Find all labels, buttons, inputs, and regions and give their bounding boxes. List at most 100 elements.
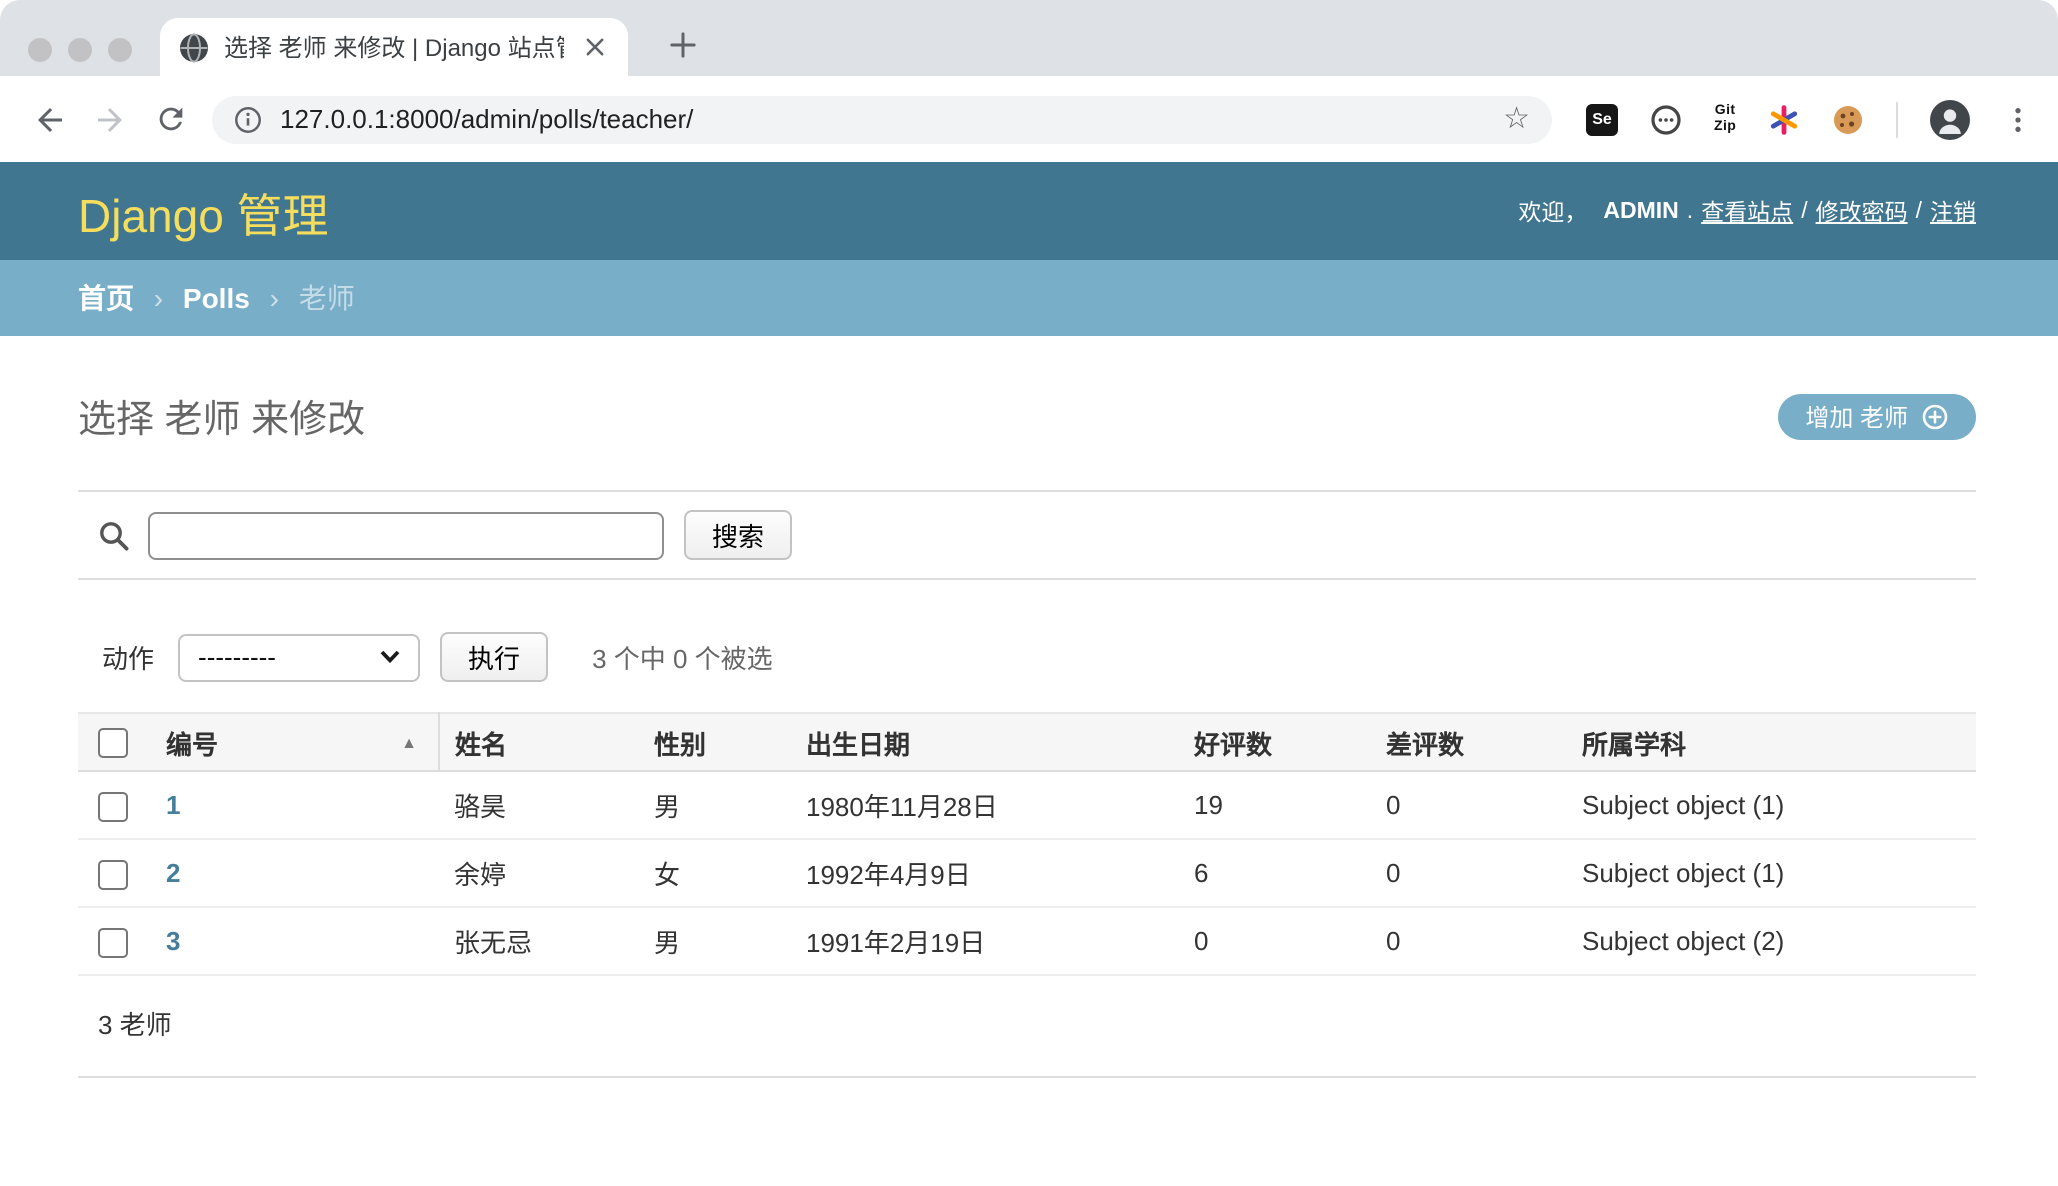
back-icon[interactable]	[24, 93, 76, 145]
row-checkbox-cell	[78, 907, 150, 975]
forward-icon[interactable]	[84, 93, 136, 145]
teacher-id-cell: 3	[150, 907, 438, 975]
teacher-good-votes-cell: 6	[1178, 839, 1370, 907]
result-count: 3 老师	[78, 976, 1976, 1078]
teacher-id-link[interactable]: 2	[166, 858, 180, 888]
teacher-subject-cell: Subject object (1)	[1566, 839, 1976, 907]
teacher-birthdate-cell: 1991年2月19日	[790, 907, 1178, 975]
breadcrumb: 首页 › Polls › 老师	[0, 260, 2058, 336]
add-teacher-button[interactable]: 增加 老师	[1777, 394, 1976, 440]
row-select-checkbox[interactable]	[98, 791, 128, 821]
chevron-down-icon	[380, 650, 400, 664]
browser-menu-icon[interactable]	[2002, 103, 2034, 135]
column-header-name[interactable]: 姓名	[438, 713, 638, 771]
tab-title: 选择 老师 来修改 | Django 站点管理	[224, 30, 564, 64]
row-select-checkbox[interactable]	[98, 927, 128, 957]
teacher-bad-votes-cell: 0	[1370, 907, 1566, 975]
username-suffix: .	[1687, 199, 1693, 223]
search-input[interactable]	[148, 511, 664, 559]
add-teacher-label: 增加 老师	[1805, 400, 1908, 434]
extensions-area: Se GitZip	[1586, 99, 2034, 139]
reload-icon[interactable]	[144, 93, 196, 145]
selenium-extension-icon[interactable]: Se	[1586, 103, 1618, 135]
user-tools-separator: /	[1916, 199, 1922, 223]
tab-close-icon[interactable]	[578, 31, 610, 63]
row-checkbox-cell	[78, 839, 150, 907]
search-icon	[98, 519, 130, 551]
teacher-name-cell: 骆昊	[438, 771, 638, 839]
column-header-bad-votes[interactable]: 差评数	[1370, 713, 1566, 771]
column-header-id[interactable]: 编号▲	[150, 713, 438, 771]
teacher-gender-cell: 男	[638, 771, 790, 839]
teacher-id-link[interactable]: 1	[166, 790, 180, 820]
teacher-name-cell: 余婷	[438, 839, 638, 907]
action-label: 动作	[102, 638, 154, 676]
profile-avatar[interactable]	[1930, 99, 1970, 139]
window-controls	[28, 38, 132, 62]
go-button[interactable]: 执行	[440, 632, 548, 682]
row-select-checkbox[interactable]	[98, 859, 128, 889]
breadcrumb-app-link[interactable]: Polls	[183, 282, 250, 314]
column-header-gender[interactable]: 性别	[638, 713, 790, 771]
new-tab-button[interactable]	[656, 18, 708, 70]
change-password-link[interactable]: 修改密码	[1816, 195, 1908, 227]
table-row: 3张无忌男1991年2月19日00Subject object (2)	[78, 907, 1976, 975]
window-close-button[interactable]	[28, 38, 52, 62]
page-info-icon[interactable]	[234, 105, 262, 133]
admin-header: Django 管理 欢迎， ADMIN. 查看站点 / 修改密码 / 注销	[0, 162, 2058, 260]
action-select[interactable]: ---------	[178, 633, 420, 681]
username: ADMIN	[1603, 199, 1678, 223]
cookie-extension-icon[interactable]	[1832, 103, 1864, 135]
sort-ascending-icon[interactable]: ▲	[401, 733, 417, 751]
teacher-birthdate-cell: 1992年4月9日	[790, 839, 1178, 907]
toolbar-divider	[1896, 101, 1898, 137]
table-header-row: 编号▲ 姓名 性别 出生日期 好评数 差评数 所属学科	[78, 713, 1976, 771]
actions-row: 动作 --------- 执行 3 个中 0 个被选	[78, 632, 1976, 682]
window-minimize-button[interactable]	[68, 38, 92, 62]
breadcrumb-separator: ›	[270, 282, 279, 314]
site-favicon-icon	[178, 31, 210, 63]
window-zoom-button[interactable]	[108, 38, 132, 62]
teacher-name-cell: 张无忌	[438, 907, 638, 975]
search-bar: 搜索	[78, 490, 1976, 580]
gitzip-extension-icon[interactable]: GitZip	[1714, 104, 1736, 135]
table-row: 1骆昊男1980年11月28日190Subject object (1)	[78, 771, 1976, 839]
column-header-birthdate[interactable]: 出生日期	[790, 713, 1178, 771]
teacher-good-votes-cell: 19	[1178, 771, 1370, 839]
user-tools: 欢迎， ADMIN. 查看站点 / 修改密码 / 注销	[1518, 195, 1976, 227]
tab-strip: 选择 老师 来修改 | Django 站点管理	[0, 0, 2058, 76]
teacher-subject-cell: Subject object (2)	[1566, 907, 1976, 975]
logout-link[interactable]: 注销	[1930, 195, 1976, 227]
search-button[interactable]: 搜索	[684, 510, 792, 560]
teacher-id-cell: 2	[150, 839, 438, 907]
changelist-content: 选择 老师 来修改 增加 老师 搜索 动作 ---------	[0, 336, 2058, 1186]
user-tools-separator: /	[1801, 199, 1807, 223]
select-all-checkbox[interactable]	[98, 728, 128, 758]
column-header-subject[interactable]: 所属学科	[1566, 713, 1976, 771]
circle-dots-extension-icon[interactable]	[1650, 103, 1682, 135]
bookmark-star-icon[interactable]: ☆	[1503, 104, 1530, 134]
browser-tab[interactable]: 选择 老师 来修改 | Django 站点管理	[160, 18, 628, 76]
column-header-good-votes[interactable]: 好评数	[1178, 713, 1370, 771]
breadcrumb-current: 老师	[299, 282, 355, 314]
breadcrumb-home-link[interactable]: 首页	[78, 282, 134, 314]
view-site-link[interactable]: 查看站点	[1701, 195, 1793, 227]
address-bar[interactable]: 127.0.0.1:8000/admin/polls/teacher/ ☆	[212, 95, 1552, 143]
add-plus-icon	[1922, 404, 1948, 430]
select-all-header	[78, 713, 150, 771]
breadcrumb-separator: ›	[154, 282, 163, 314]
teacher-gender-cell: 男	[638, 907, 790, 975]
url-text[interactable]: 127.0.0.1:8000/admin/polls/teacher/	[280, 104, 1503, 134]
pinwheel-extension-icon[interactable]	[1768, 103, 1800, 135]
site-brand-link[interactable]: Django 管理	[78, 177, 329, 245]
teacher-id-link[interactable]: 3	[166, 926, 180, 956]
row-checkbox-cell	[78, 771, 150, 839]
browser-toolbar: 127.0.0.1:8000/admin/polls/teacher/ ☆ Se…	[0, 76, 2058, 162]
teacher-id-cell: 1	[150, 771, 438, 839]
teacher-bad-votes-cell: 0	[1370, 839, 1566, 907]
table-row: 2 余婷女1992年4月9日60Subject object (1)	[78, 839, 1976, 907]
action-select-value: ---------	[198, 642, 276, 672]
teacher-gender-cell: 女	[638, 839, 790, 907]
teacher-bad-votes-cell: 0	[1370, 771, 1566, 839]
teacher-good-votes-cell: 0	[1178, 907, 1370, 975]
